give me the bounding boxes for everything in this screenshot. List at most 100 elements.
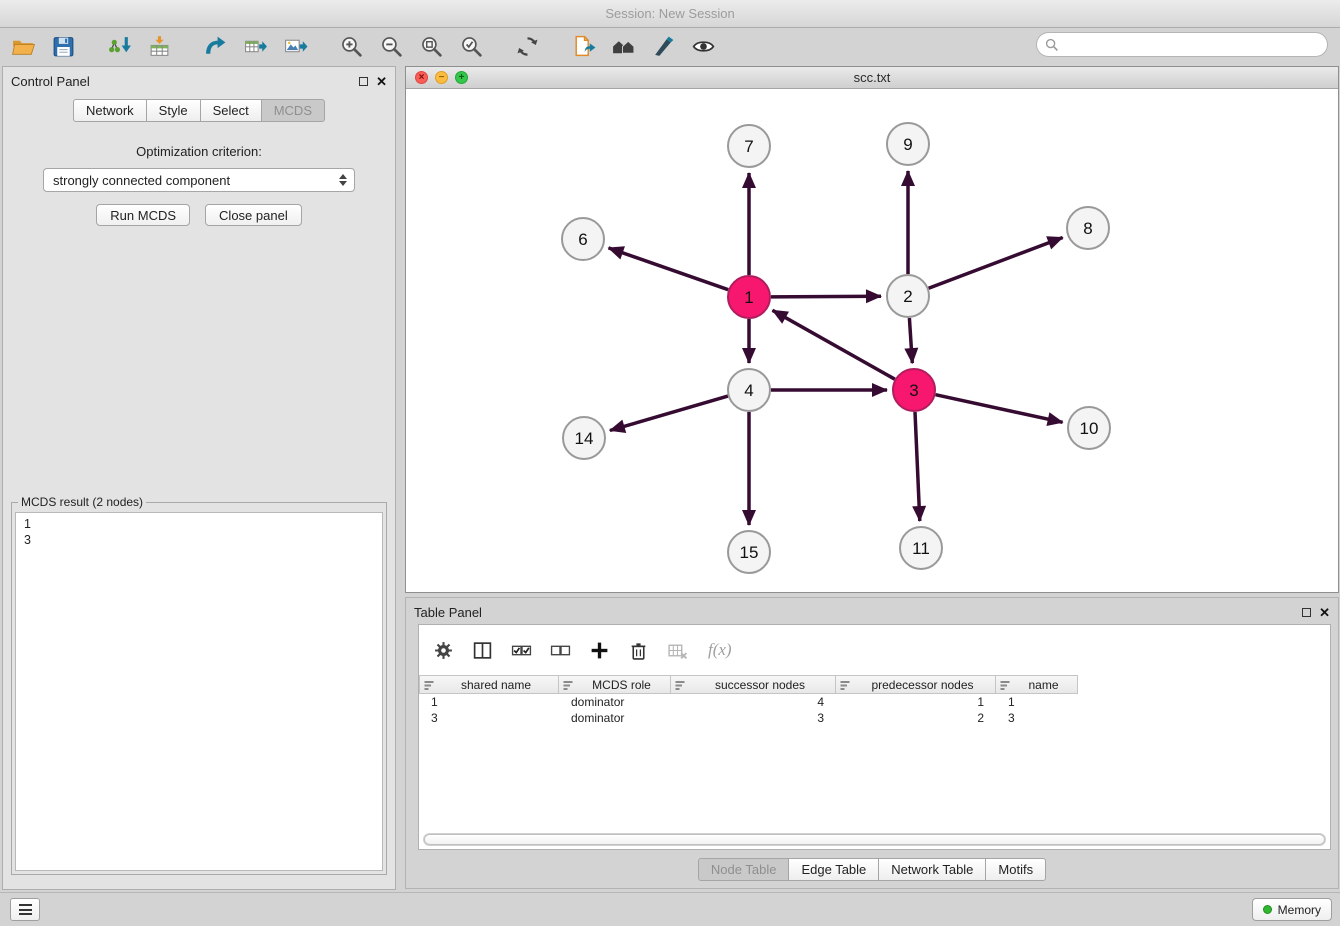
network-canvas[interactable]: 7968124314101511: [406, 89, 1338, 592]
add-button[interactable]: [587, 638, 611, 662]
menu-icon: [19, 904, 32, 915]
edge-2-3[interactable]: [909, 318, 912, 363]
network-graph[interactable]: 7968124314101511: [406, 89, 1338, 592]
mcds-buttons-row: Run MCDS Close panel: [3, 204, 395, 226]
tab-select[interactable]: Select: [200, 99, 262, 122]
show-columns-button[interactable]: [470, 638, 494, 662]
tab-network-table[interactable]: Network Table: [878, 858, 986, 881]
save-session-button[interactable]: [48, 31, 78, 61]
table-row[interactable]: 3dominator323: [419, 710, 1330, 726]
unselect-all-columns-button[interactable]: [548, 638, 572, 662]
float-panel-icon[interactable]: [359, 77, 368, 86]
export-network-button[interactable]: [200, 31, 230, 61]
mcds-result-group: MCDS result (2 nodes) 13: [11, 495, 387, 875]
table-hscrollbar[interactable]: [423, 833, 1326, 846]
control-panel-header: Control Panel ✕: [3, 67, 395, 95]
optimization-dropdown[interactable]: strongly connected component: [43, 168, 355, 192]
column-header-mcds-role[interactable]: MCDS role: [559, 675, 671, 694]
export-image-icon: [283, 34, 308, 59]
select-all-icon: [511, 640, 532, 661]
mcds-result-line: 1: [24, 516, 374, 532]
node-label-9: 9: [903, 135, 912, 154]
window-titlebar[interactable]: Session: New Session: [0, 0, 1340, 28]
node-label-10: 10: [1080, 419, 1099, 438]
zoom-fit-button[interactable]: [416, 31, 446, 61]
edge-1-2[interactable]: [771, 296, 881, 297]
zoom-selected-icon: [459, 34, 484, 59]
open-session-button[interactable]: [8, 31, 38, 61]
column-header-successor-nodes[interactable]: successor nodes: [671, 675, 836, 694]
search-icon: [1045, 38, 1059, 52]
column-header-label: predecessor nodes: [854, 678, 991, 692]
column-menu-icon[interactable]: [675, 680, 685, 690]
delete-table-button[interactable]: [665, 638, 689, 662]
tab-edge-table[interactable]: Edge Table: [788, 858, 879, 881]
zoom-selected-button[interactable]: [456, 31, 486, 61]
import-table-button[interactable]: [144, 31, 174, 61]
column-header-label: shared name: [438, 678, 554, 692]
search-input[interactable]: [1059, 35, 1327, 55]
delete-button[interactable]: [626, 638, 650, 662]
tab-mcds[interactable]: MCDS: [261, 99, 325, 122]
close-mcds-panel-button[interactable]: Close panel: [205, 204, 302, 226]
node-label-6: 6: [578, 230, 587, 249]
table-panel-body: f(x) shared name MCDS rolesuccessor nodes…: [418, 624, 1331, 850]
eye-visibility-button[interactable]: [688, 31, 718, 61]
search-box[interactable]: [1036, 32, 1328, 57]
edge-3-1[interactable]: [773, 310, 895, 379]
task-history-button[interactable]: [10, 898, 40, 921]
zoom-out-button[interactable]: [376, 31, 406, 61]
tab-motifs[interactable]: Motifs: [985, 858, 1046, 881]
cell-name: 1: [996, 695, 1078, 709]
memory-button[interactable]: Memory: [1252, 898, 1332, 921]
tab-node-table[interactable]: Node Table: [698, 858, 790, 881]
column-menu-icon[interactable]: [1000, 680, 1010, 690]
edge-3-10[interactable]: [936, 395, 1063, 423]
hscrollbar-thumb[interactable]: [424, 834, 1325, 845]
table-settings-button[interactable]: [431, 638, 455, 662]
close-panel-icon[interactable]: ✕: [376, 75, 387, 88]
edge-3-11[interactable]: [915, 412, 920, 521]
application-window: Session: New Session: [0, 0, 1340, 926]
tab-network[interactable]: Network: [73, 99, 147, 122]
export-table-button[interactable]: [240, 31, 270, 61]
maximize-window-icon[interactable]: +: [455, 71, 468, 84]
column-menu-icon[interactable]: [840, 680, 850, 690]
table-panel: Table Panel ✕: [405, 597, 1339, 889]
close-window-icon[interactable]: ×: [415, 71, 428, 84]
close-table-panel-icon[interactable]: ✕: [1319, 606, 1330, 619]
table-panel-header: Table Panel ✕: [406, 598, 1338, 626]
table-header-row: shared name MCDS rolesuccessor nodes prede…: [419, 675, 1330, 694]
minimize-window-icon[interactable]: −: [435, 71, 448, 84]
float-table-panel-icon[interactable]: [1302, 608, 1311, 617]
edge-1-6[interactable]: [609, 248, 729, 290]
run-mcds-button[interactable]: Run MCDS: [96, 204, 190, 226]
node-label-7: 7: [744, 137, 753, 156]
tab-style[interactable]: Style: [146, 99, 201, 122]
column-header-shared-name[interactable]: shared name: [419, 675, 559, 694]
select-all-columns-button[interactable]: [509, 638, 533, 662]
edge-4-14[interactable]: [610, 396, 728, 430]
export-image-button[interactable]: [280, 31, 310, 61]
zoom-in-button[interactable]: [336, 31, 366, 61]
cell-predecessor-nodes: 1: [836, 695, 996, 709]
clone-network-button[interactable]: [568, 31, 598, 61]
function-builder-button[interactable]: f(x): [708, 640, 732, 660]
table-tabs: Node TableEdge TableNetwork TableMotifs: [406, 858, 1338, 881]
graphics-details-button[interactable]: [648, 31, 678, 61]
column-header-name[interactable]: name: [996, 675, 1078, 694]
column-header-predecessor-nodes[interactable]: predecessor nodes: [836, 675, 996, 694]
table-row[interactable]: 1dominator411: [419, 694, 1330, 710]
column-menu-icon[interactable]: [424, 680, 434, 690]
home-views-button[interactable]: [608, 31, 638, 61]
refresh-view-button[interactable]: [512, 31, 542, 61]
cell-shared-name: 1: [419, 695, 559, 709]
network-window-titlebar[interactable]: × − + scc.txt: [406, 67, 1338, 89]
column-header-label: name: [1014, 678, 1073, 692]
mcds-result-list: 13: [15, 512, 383, 871]
edge-2-8[interactable]: [929, 238, 1063, 289]
control-panel-tabs: NetworkStyleSelectMCDS: [3, 99, 395, 122]
import-network-button[interactable]: [104, 31, 134, 61]
column-menu-icon[interactable]: [563, 680, 573, 690]
status-bar: Memory: [0, 892, 1340, 926]
